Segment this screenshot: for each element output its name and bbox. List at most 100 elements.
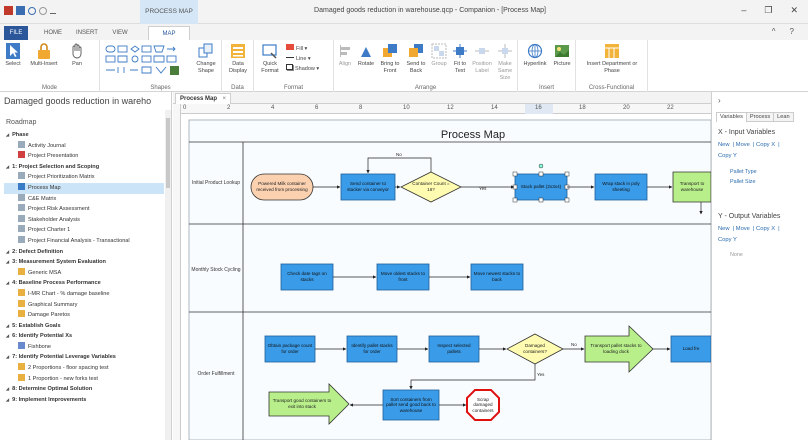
multi-insert-button[interactable]: Multi-Insert (26, 43, 62, 68)
tree-item[interactable]: Stakeholder Analysis (4, 214, 164, 226)
tab-view[interactable]: VIEW (108, 26, 132, 40)
position-label-button[interactable]: Position Label (472, 43, 492, 75)
x-copy-x-link[interactable]: Copy X (756, 142, 775, 148)
tree-item[interactable]: 1 Proportion - new forks test (4, 373, 164, 385)
close-tab-icon[interactable]: × (222, 94, 226, 104)
tree-phase[interactable]: ◢ 9: Implement Improvements (4, 395, 164, 406)
tab-map[interactable]: MAP (148, 26, 190, 40)
tree-phase[interactable]: ◢ 3: Measurement System Evaluation (4, 257, 164, 268)
tree-item[interactable]: Damage Paretos (4, 310, 164, 321)
fill-button[interactable]: Fill ▾ (286, 44, 319, 54)
y-move-link[interactable]: Move (736, 226, 750, 232)
picture-button[interactable]: Picture (550, 43, 574, 68)
globe-icon (527, 43, 543, 59)
tree-item[interactable]: C&E Matrix (4, 193, 164, 205)
insert-department-button[interactable]: Insert Department or Phase (586, 43, 638, 75)
tree-phase[interactable]: ◢ 5: Establish Goals (4, 321, 164, 332)
tree-phase[interactable]: ◢ 2: Defect Definition (4, 247, 164, 258)
tree-item[interactable]: Project Financial Analysis - Transaction… (4, 235, 164, 247)
expand-arrow-icon[interactable]: ◢ (6, 323, 9, 328)
y-new-link[interactable]: New (718, 226, 730, 232)
x-variable-item[interactable]: Pallet Size (730, 179, 755, 185)
expand-arrow-icon[interactable]: ◢ (6, 164, 9, 169)
tree-item[interactable]: Project Charter 1 (4, 225, 164, 236)
tab-process-map[interactable]: Process Map × (175, 93, 231, 104)
group-button[interactable]: Group (430, 43, 448, 68)
select-button[interactable]: Select (2, 43, 24, 68)
x-new-link[interactable]: New (718, 142, 730, 148)
tab-insert[interactable]: INSERT (72, 26, 102, 40)
data-display-button[interactable]: Data Display (224, 43, 252, 75)
change-shape-button[interactable]: Change Shape (192, 43, 220, 75)
tree-item-label: 1 Proportion - new forks test (28, 375, 98, 382)
align-button[interactable]: Align (336, 43, 354, 68)
x-move-link[interactable]: Move (736, 142, 750, 148)
hand-icon (72, 43, 82, 59)
save-icon[interactable] (16, 6, 25, 15)
ruler-number: 2 (227, 105, 231, 111)
y-copy-y-link[interactable]: Copy Y (718, 237, 737, 243)
maximize-button[interactable]: ❐ (764, 5, 772, 16)
tree-phase[interactable]: ◢ 8: Determine Optimal Solution (4, 384, 164, 395)
tree-phase[interactable]: ◢ 6: Identify Potential Xs (4, 331, 164, 342)
x-copy-y-link[interactable]: Copy Y (718, 153, 737, 159)
tree-phase[interactable]: ◢ 7: Identify Potential Leverage Variable… (4, 352, 164, 363)
tree-item-label: Project Risk Assessment (28, 206, 90, 213)
tree-item[interactable]: Project Risk Assessment (4, 204, 164, 215)
tab-home[interactable]: HOME (40, 26, 66, 40)
send-to-back-button[interactable]: Send to Back (404, 43, 428, 75)
roadmap-label: Roadmap (6, 119, 37, 126)
tree-item[interactable]: I-MR Chart - % damage baseline (4, 288, 164, 300)
expand-arrow-icon[interactable]: ◢ (6, 249, 9, 254)
rotate-button[interactable]: Rotate (356, 43, 376, 68)
redo-icon[interactable] (39, 6, 47, 15)
left-pane-scrollbar[interactable] (165, 110, 171, 440)
scrollbar-thumb[interactable] (166, 118, 170, 188)
tab-variables[interactable]: Variables (716, 112, 746, 122)
collapse-pane-icon[interactable]: › (718, 96, 721, 105)
pan-button[interactable]: Pan (66, 43, 88, 68)
tree-item[interactable]: 2 Proportions - floor spacing test (4, 363, 164, 374)
tree-item[interactable]: Activity Journal (4, 140, 164, 152)
expand-arrow-icon[interactable]: ◢ (6, 354, 9, 359)
tab-lean[interactable]: Lean (773, 112, 794, 122)
quick-format-button[interactable]: Quick Format (256, 43, 284, 75)
tree-item[interactable]: Graphical Summary (4, 299, 164, 311)
fit-to-text-button[interactable]: Fit to Text (450, 43, 470, 75)
tree-item[interactable]: Process Map (4, 182, 164, 194)
tree-phase[interactable]: ◢ 4: Baseline Process Performance (4, 278, 164, 289)
tree-item-label: 4: Baseline Process Performance (12, 280, 101, 287)
shadow-button[interactable]: Shadow ▾ (286, 64, 319, 74)
expand-arrow-icon[interactable]: ◢ (6, 386, 9, 391)
tree-phase[interactable]: ◢ 1: Project Selection and Scoping (4, 162, 164, 173)
shape-gallery[interactable] (104, 44, 190, 78)
tab-process[interactable]: Process (745, 112, 774, 122)
expand-arrow-icon[interactable]: ◢ (6, 397, 9, 402)
tree-item[interactable]: Fishbone (4, 341, 164, 353)
hyperlink-button[interactable]: Hyperlink (522, 43, 548, 68)
line-button[interactable]: Line ▾ (286, 54, 319, 64)
expand-arrow-icon[interactable]: ◢ (6, 333, 9, 338)
x-variable-item[interactable]: Pallet Type (730, 169, 757, 175)
expand-arrow-icon[interactable]: ◢ (6, 280, 9, 285)
help-button[interactable]: ? (790, 27, 794, 36)
tree-phase[interactable]: ◢ Phase (4, 130, 164, 141)
tree-item-label: I-MR Chart - % damage baseline (28, 290, 110, 297)
tab-file[interactable]: FILE (4, 26, 28, 40)
make-same-size-button[interactable]: Make Same Size (494, 43, 516, 82)
expand-arrow-icon[interactable]: ◢ (6, 132, 9, 137)
minimize-button[interactable]: – (741, 5, 746, 16)
undo-icon[interactable] (28, 6, 36, 15)
tree-item-label: 2: Defect Definition (12, 248, 64, 255)
tree-item[interactable]: Project Presentation (4, 151, 164, 162)
tree-item[interactable]: Project Prioritization Matrix (4, 172, 164, 183)
y-copy-x-link[interactable]: Copy X (756, 226, 775, 232)
qat-dropdown-icon[interactable] (50, 8, 56, 14)
bring-to-front-button[interactable]: Bring to Front (378, 43, 402, 75)
tree-item[interactable]: Generic MSA (4, 267, 164, 279)
collapse-ribbon-button[interactable]: ^ (772, 27, 776, 36)
process-map-canvas[interactable]: Process Map Initial Product Lookup Month… (181, 114, 711, 440)
expand-arrow-icon[interactable]: ◢ (6, 259, 9, 264)
close-button[interactable]: ✕ (790, 5, 798, 16)
shape-label-o2: Identify pallet stacks for order (351, 343, 393, 354)
